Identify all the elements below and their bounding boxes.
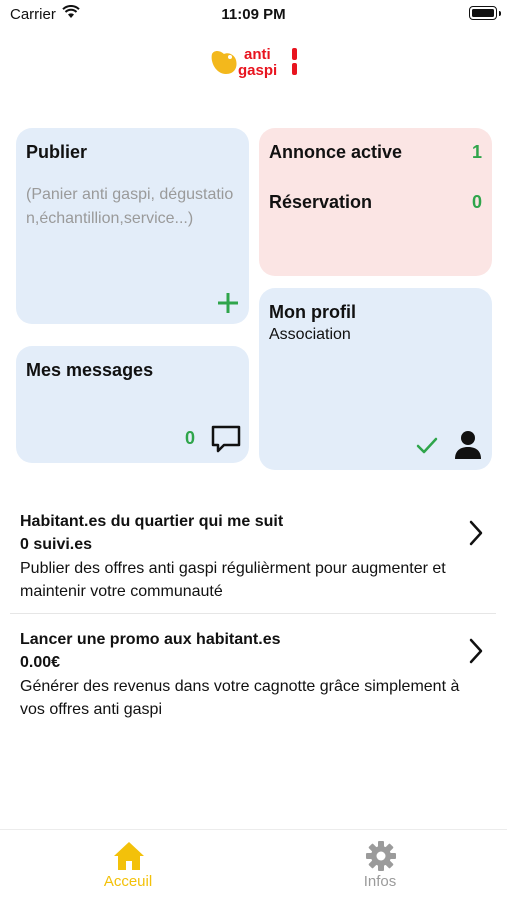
tab-home-label: Acceuil: [103, 873, 153, 890]
tab-home[interactable]: Acceuil: [68, 830, 188, 900]
reservation-row[interactable]: Réservation 0: [269, 192, 482, 216]
tab-infos[interactable]: Infos: [320, 830, 440, 900]
person-icon: [455, 431, 481, 459]
app-logo: anti gaspi: [211, 46, 297, 79]
active-listing-value: 1: [471, 142, 482, 162]
active-listing-label: Annonce active: [269, 142, 403, 162]
status-time: 11:09 PM: [221, 6, 286, 23]
publish-card[interactable]: Publier (Panier anti gaspi, dégustation,…: [16, 128, 249, 324]
followers-row[interactable]: Habitant.es du quartier qui me suit 0 su…: [10, 508, 496, 614]
chat-bubble-icon[interactable]: [210, 424, 242, 454]
check-icon: [416, 437, 438, 454]
promo-description: Générer des revenus dans votre cagnotte …: [20, 678, 460, 718]
reservation-label: Réservation: [269, 192, 373, 212]
logo-text-gaspi: gaspi: [238, 62, 277, 79]
logo-text-anti: anti: [244, 46, 271, 63]
followers-description: Publier des offres anti gaspi régulièrme…: [20, 560, 446, 600]
plus-icon[interactable]: [217, 292, 239, 314]
followers-title: Habitant.es du quartier qui me suit: [20, 513, 284, 530]
reservation-value: 0: [471, 192, 482, 212]
active-listing-row[interactable]: Annonce active 1: [269, 142, 482, 166]
profile-card[interactable]: Mon profil Association: [259, 288, 492, 470]
messages-title: Mes messages: [26, 360, 154, 380]
publish-title: Publier: [26, 142, 88, 162]
tab-bar: Acceuil Infos: [0, 829, 507, 900]
publish-hint: (Panier anti gaspi, dégustation,échantil…: [26, 186, 234, 227]
home-icon: [114, 842, 144, 870]
profile-title: Mon profil: [269, 302, 356, 322]
messages-card[interactable]: Mes messages 0: [16, 346, 249, 463]
chevron-right-icon[interactable]: [468, 638, 484, 664]
stats-card: Annonce active 1 Réservation 0: [259, 128, 492, 276]
promo-title: Lancer une promo aux habitant.es: [20, 631, 281, 648]
profile-type: Association: [269, 326, 351, 343]
promo-row[interactable]: Lancer une promo aux habitant.es 0.00€ G…: [10, 626, 496, 726]
promo-amount: 0.00€: [20, 654, 61, 671]
followers-count: 0 suivi.es: [20, 536, 93, 553]
gear-icon: [366, 841, 396, 871]
tab-infos-label: Infos: [363, 873, 397, 890]
messages-count: 0: [185, 428, 196, 448]
status-bar: Carrier 11:09 PM: [0, 0, 507, 28]
chevron-right-icon[interactable]: [468, 520, 484, 546]
battery-icon: [469, 6, 501, 20]
